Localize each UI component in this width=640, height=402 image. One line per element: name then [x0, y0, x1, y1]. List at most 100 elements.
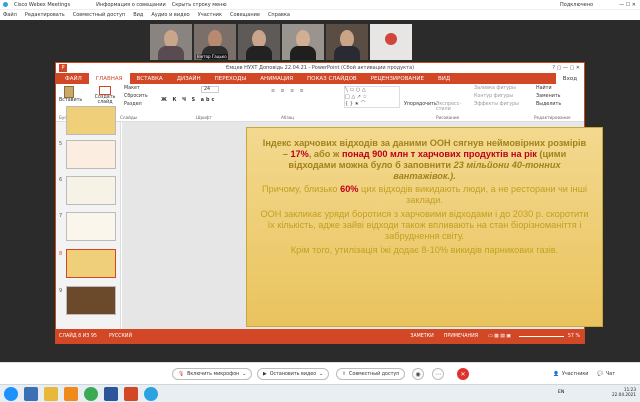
- slide-thumb-6[interactable]: [66, 176, 116, 205]
- new-slide-button[interactable]: Создать слайд: [94, 86, 116, 105]
- zoom-slider[interactable]: [518, 336, 564, 337]
- slide-thumb-4[interactable]: [66, 106, 116, 135]
- tab-view[interactable]: ВИД: [431, 73, 457, 84]
- taskbar-chrome-icon[interactable]: [84, 387, 98, 401]
- select-button[interactable]: Выделить: [536, 102, 561, 107]
- notes-button[interactable]: ЗАМЕТКИ: [410, 334, 433, 339]
- people-icon: 👤: [553, 371, 559, 377]
- ppt-ribbon-tabs: ФАЙЛ ГЛАВНАЯ ВСТАВКА ДИЗАЙН ПЕРЕХОДЫ АНИ…: [56, 73, 584, 84]
- menu-file[interactable]: Файл: [3, 12, 17, 18]
- video-strip: Віктор Гацько: [150, 24, 412, 60]
- participant-video-6[interactable]: [370, 24, 412, 60]
- shape-fill-button[interactable]: Заливка фигуры: [474, 86, 516, 91]
- find-button[interactable]: Найти: [536, 86, 552, 91]
- menu-help[interactable]: Справка: [268, 12, 290, 18]
- paste-button[interactable]: Вставить: [59, 86, 82, 103]
- slide-number: 6: [59, 177, 63, 183]
- menu-edit[interactable]: Редактировать: [25, 12, 65, 18]
- comments-button[interactable]: ПРИМЕЧАНИЯ: [444, 334, 478, 339]
- mic-off-icon: 🎙: [178, 371, 185, 377]
- replace-button[interactable]: Заменить: [536, 94, 560, 99]
- layout-button[interactable]: Макет: [124, 86, 140, 91]
- slide-editing-area: Індекс харчових відходів за даними ООН с…: [122, 122, 603, 329]
- signin-link[interactable]: Вход: [555, 73, 584, 84]
- group-editing: Редактирование: [534, 115, 571, 120]
- end-call-button[interactable]: ✕: [457, 368, 469, 380]
- chat-button[interactable]: 💬 Чат: [592, 368, 621, 380]
- participant-video-5[interactable]: [326, 24, 368, 60]
- tab-animations[interactable]: АНИМАЦИЯ: [253, 73, 300, 84]
- reset-button[interactable]: Сбросить: [124, 94, 148, 99]
- slide-number: 7: [59, 213, 63, 219]
- connection-status: Подключено: [560, 1, 594, 8]
- new-slide-icon: [99, 86, 111, 95]
- ppt-window-controls[interactable]: ? ▢ — ▢ ✕: [552, 65, 580, 71]
- webex-app-title: Cisco Webex Meetings: [14, 1, 71, 8]
- meeting-info-link[interactable]: Информация о совещании: [96, 2, 166, 8]
- current-slide[interactable]: Індекс харчових відходів за даними ООН с…: [246, 127, 603, 327]
- shape-outline-button[interactable]: Контур фигуры: [474, 94, 513, 99]
- taskbar-media-icon[interactable]: [64, 387, 78, 401]
- tab-home[interactable]: ГЛАВНАЯ: [88, 73, 130, 84]
- taskbar-word-icon[interactable]: [104, 387, 118, 401]
- font-size-select[interactable]: 24: [201, 86, 219, 93]
- tab-transitions[interactable]: ПЕРЕХОДЫ: [208, 73, 254, 84]
- shape-effects-button[interactable]: Эффекты фигуры: [474, 102, 519, 107]
- participant-video-1[interactable]: [150, 24, 192, 60]
- record-button[interactable]: ◉: [412, 368, 424, 380]
- taskbar-explorer-icon[interactable]: [24, 387, 38, 401]
- windows-taskbar: EN 11:23 22.04.2021: [0, 384, 640, 402]
- taskbar-powerpoint-icon[interactable]: [124, 387, 138, 401]
- chat-icon: 💬: [597, 371, 603, 377]
- group-slides: Слайды: [120, 115, 138, 120]
- menu-participant[interactable]: Участник: [198, 12, 222, 18]
- system-clock[interactable]: 11:23 22.04.2021: [612, 387, 636, 398]
- menu-view[interactable]: Вид: [133, 12, 143, 18]
- video-button[interactable]: ▶ Остановить видео ⌄: [257, 368, 330, 380]
- participant-video-3[interactable]: [238, 24, 280, 60]
- mute-button[interactable]: 🎙 Включить микрофон ⌄: [172, 368, 253, 380]
- participant-video-4[interactable]: [282, 24, 324, 60]
- menu-meeting[interactable]: Совещание: [230, 12, 260, 18]
- participant-video-2[interactable]: Віктор Гацько: [194, 24, 236, 60]
- zoom-level[interactable]: 57 %: [568, 334, 580, 339]
- slide-thumbnails-panel: 5 6 7 8 9: [56, 106, 121, 329]
- ppt-ribbon: Вставить Создать слайд Макет Сбросить Ра…: [56, 84, 584, 122]
- font-format-buttons[interactable]: Ж К Ч S abc: [161, 98, 216, 103]
- slide-thumb-8[interactable]: [66, 249, 116, 278]
- tab-review[interactable]: РЕЦЕНЗИРОВАНИЕ: [364, 73, 431, 84]
- view-buttons[interactable]: ▭ ▦ ▤ ▣: [488, 334, 511, 339]
- more-options-button[interactable]: ⋯: [432, 368, 444, 380]
- camera-icon: ▶: [263, 371, 267, 377]
- share-button[interactable]: ⇧ Совместный доступ: [336, 368, 406, 380]
- section-button[interactable]: Раздел: [124, 102, 142, 107]
- slide-thumb-7[interactable]: [66, 212, 116, 241]
- slide-thumb-5[interactable]: [66, 140, 116, 169]
- language-indicator[interactable]: РУССКИЙ: [109, 334, 132, 339]
- tab-design[interactable]: ДИЗАЙН: [170, 73, 208, 84]
- group-font: Шрифт: [196, 115, 212, 120]
- slide-number: 9: [59, 288, 63, 294]
- arrange-button[interactable]: Упорядочить: [404, 102, 437, 107]
- tab-slideshow[interactable]: ПОКАЗ СЛАЙДОВ: [300, 73, 364, 84]
- slide-paragraph-4: Крім того, утилізація їжі додає 8-10% ви…: [290, 244, 559, 255]
- share-icon: ⇧: [342, 371, 347, 377]
- hide-menu-link[interactable]: Скрыть строку меню: [172, 2, 227, 8]
- tab-file[interactable]: ФАЙЛ: [58, 73, 89, 84]
- taskbar-webex-icon[interactable]: [144, 387, 158, 401]
- participants-button[interactable]: 👤 Участники: [548, 368, 594, 380]
- paragraph-buttons[interactable]: ≡ ≡ ≡ ≡: [271, 89, 306, 94]
- slide-paragraph-2: Причому, близько 60% цих відходів викида…: [262, 184, 587, 206]
- menu-share[interactable]: Совместный доступ: [73, 12, 125, 18]
- webex-menu-bar: Файл Редактировать Совместный доступ Вид…: [0, 10, 640, 20]
- window-controls[interactable]: — ☐ ✕: [619, 2, 636, 8]
- shapes-gallery[interactable]: ╲ ▭ ○ △ □ △ ↗ ☆{ } ★ ⌒: [344, 86, 400, 108]
- slide-thumb-9[interactable]: [66, 286, 116, 315]
- ppt-window-title: Ємцев НУХТ Доповідь 22.04.21 - PowerPoin…: [225, 65, 415, 71]
- taskbar-folder-icon[interactable]: [44, 387, 58, 401]
- keyboard-language[interactable]: EN: [558, 390, 564, 395]
- tab-insert[interactable]: ВСТАВКА: [130, 73, 170, 84]
- start-button-icon[interactable]: [4, 387, 18, 401]
- menu-audio-video[interactable]: Аудио и видео: [151, 12, 189, 18]
- quick-styles-button[interactable]: Экспресс-стили: [436, 102, 461, 112]
